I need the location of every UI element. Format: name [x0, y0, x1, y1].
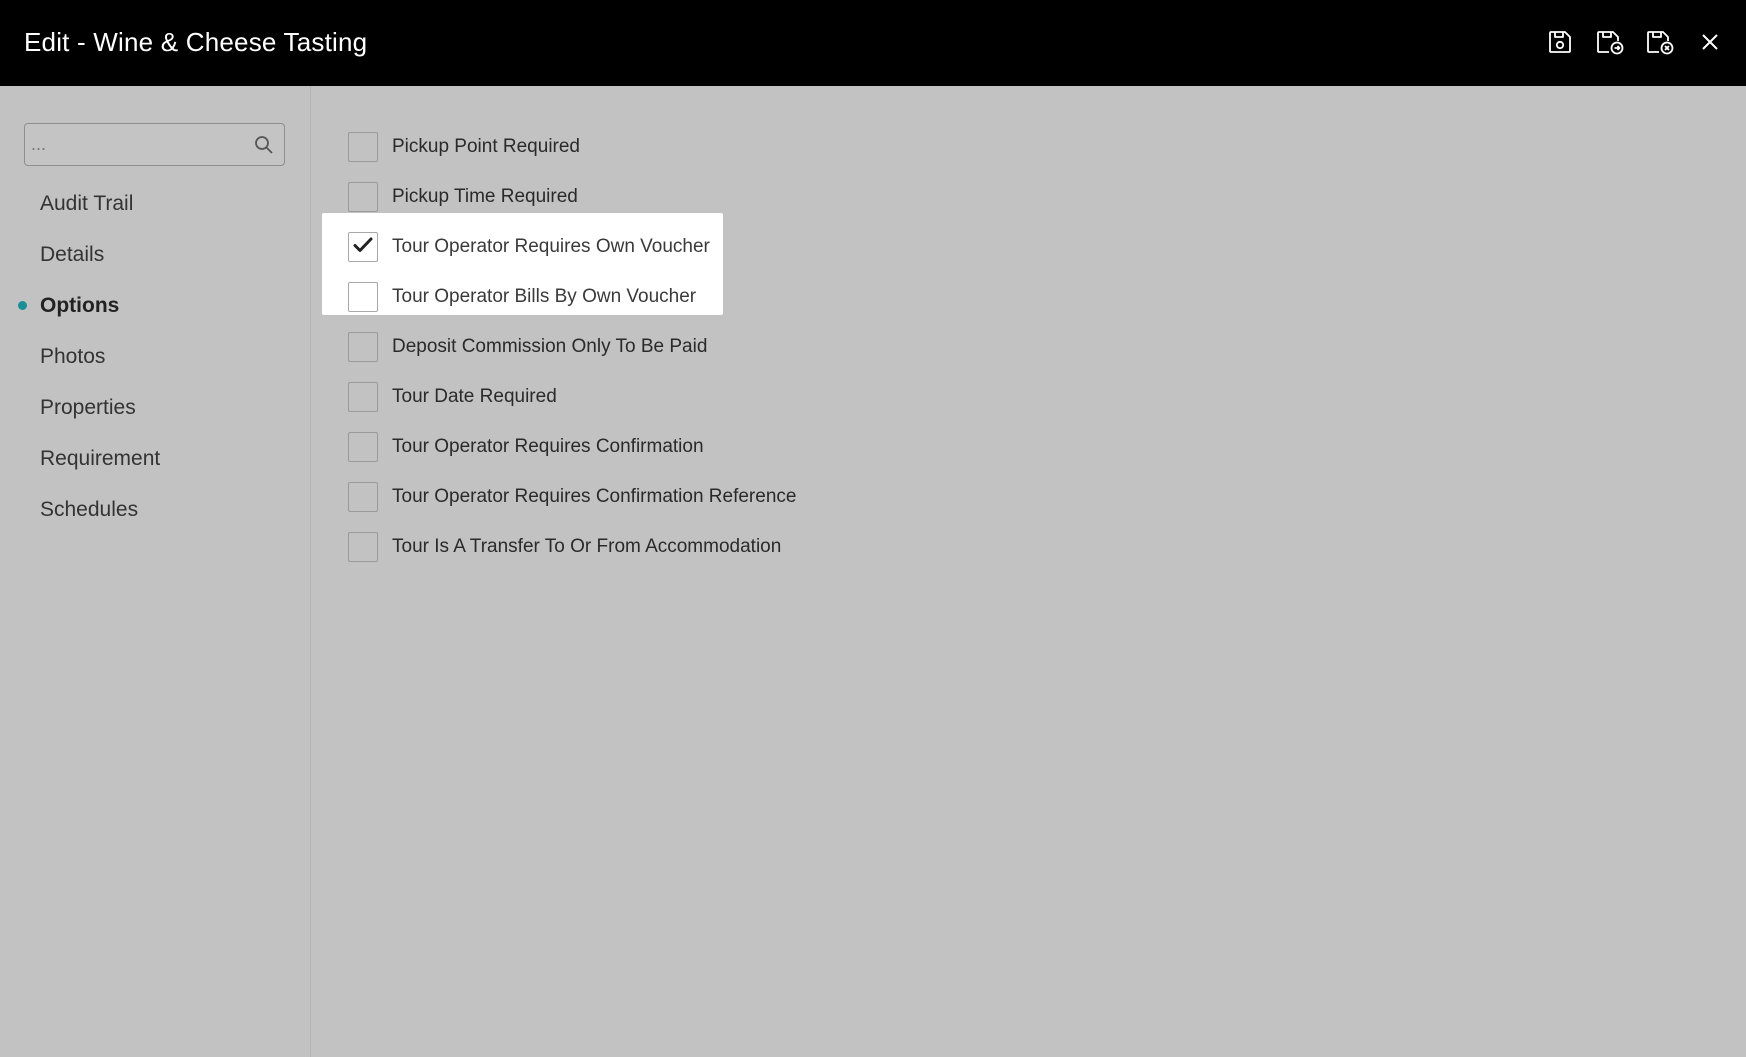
option-tour-operator-bills-by-own-voucher[interactable]: Tour Operator Bills By Own Voucher	[348, 272, 796, 322]
sidebar-item-label: Photos	[40, 345, 106, 368]
checkbox[interactable]	[348, 332, 378, 362]
sidebar-item-properties[interactable]: Properties	[0, 382, 311, 433]
sidebar-item-label: Requirement	[40, 447, 161, 470]
search-icon[interactable]	[254, 135, 274, 155]
header-actions	[1546, 28, 1724, 56]
search-box[interactable]	[24, 123, 285, 166]
sidebar-item-label: Schedules	[40, 498, 139, 521]
checkbox[interactable]	[348, 182, 378, 212]
sidebar-item-label: Audit Trail	[40, 192, 134, 215]
sidebar-item-schedules[interactable]: Schedules	[0, 484, 311, 535]
option-pickup-point-required[interactable]: Pickup Point Required	[348, 122, 796, 172]
option-label: Pickup Time Required	[392, 186, 578, 207]
sidebar-item-photos[interactable]: Photos	[0, 331, 311, 382]
save-and-close-icon	[1645, 29, 1675, 55]
sidebar-item-label: Options	[40, 294, 120, 317]
checkbox[interactable]	[348, 482, 378, 512]
active-indicator-dot	[18, 301, 27, 310]
search-input[interactable]	[31, 124, 251, 165]
save-and-open-icon	[1595, 29, 1625, 55]
checkbox[interactable]	[348, 382, 378, 412]
option-label: Pickup Point Required	[392, 136, 580, 157]
option-label: Tour Operator Requires Confirmation Refe…	[392, 486, 797, 507]
checkbox[interactable]	[348, 132, 378, 162]
sidebar: Audit Trail Details Options Photos Prope…	[0, 86, 311, 1057]
option-tour-date-required[interactable]: Tour Date Required	[348, 372, 796, 422]
option-label: Tour Operator Requires Confirmation	[392, 436, 704, 457]
option-label: Tour Operator Requires Own Voucher	[392, 236, 710, 257]
checkbox-checked[interactable]	[348, 232, 378, 262]
option-label: Tour Operator Bills By Own Voucher	[392, 286, 697, 307]
option-tour-operator-requires-own-voucher[interactable]: Tour Operator Requires Own Voucher	[348, 222, 796, 272]
window-title: Edit - Wine & Cheese Tasting	[24, 27, 368, 57]
sidebar-item-details[interactable]: Details	[0, 229, 311, 280]
option-pickup-time-required[interactable]: Pickup Time Required	[348, 172, 796, 222]
checkbox[interactable]	[348, 432, 378, 462]
sidebar-item-label: Details	[40, 243, 105, 266]
checkmark-icon	[353, 236, 373, 259]
sidebar-item-label: Properties	[40, 396, 136, 419]
option-tour-operator-requires-confirmation[interactable]: Tour Operator Requires Confirmation	[348, 422, 796, 472]
close-button[interactable]	[1696, 28, 1724, 56]
checkbox[interactable]	[348, 282, 378, 312]
option-deposit-commission-only[interactable]: Deposit Commission Only To Be Paid	[348, 322, 796, 372]
option-tour-is-a-transfer[interactable]: Tour Is A Transfer To Or From Accommodat…	[348, 522, 796, 572]
sidebar-nav: Audit Trail Details Options Photos Prope…	[0, 178, 311, 535]
save-button[interactable]	[1546, 28, 1574, 56]
sidebar-item-options[interactable]: Options	[0, 280, 311, 331]
option-tour-operator-requires-confirmation-reference[interactable]: Tour Operator Requires Confirmation Refe…	[348, 472, 796, 522]
save-icon	[1547, 29, 1573, 55]
save-and-open-button[interactable]	[1596, 28, 1624, 56]
option-label: Tour Date Required	[392, 386, 557, 407]
window-header: Edit - Wine & Cheese Tasting	[0, 0, 1746, 86]
option-label: Deposit Commission Only To Be Paid	[392, 336, 708, 357]
options-panel: Pickup Point Required Pickup Time Requir…	[312, 86, 1746, 1057]
sidebar-item-requirement[interactable]: Requirement	[0, 433, 311, 484]
checkbox[interactable]	[348, 532, 378, 562]
save-and-close-button[interactable]	[1646, 28, 1674, 56]
sidebar-item-audit-trail[interactable]: Audit Trail	[0, 178, 311, 229]
close-icon	[1699, 31, 1721, 53]
options-list: Pickup Point Required Pickup Time Requir…	[348, 122, 796, 572]
option-label: Tour Is A Transfer To Or From Accommodat…	[392, 536, 782, 557]
